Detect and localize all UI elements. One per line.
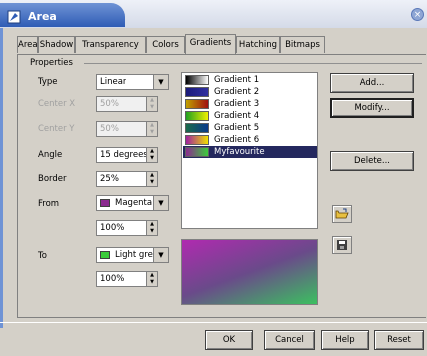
list-item[interactable]: Gradient 5 — [183, 122, 317, 134]
tab-gradients[interactable]: Gradients — [185, 34, 236, 54]
reset-button[interactable]: Reset — [374, 330, 424, 350]
from-percent-spin[interactable]: 100% ▲ ▼ — [96, 220, 158, 236]
delete-button[interactable]: Delete... — [330, 151, 414, 171]
close-button[interactable]: × — [411, 8, 424, 21]
center-y-label: Center Y — [38, 124, 75, 134]
center-x-spin[interactable]: 50% ▲ ▼ — [96, 96, 158, 112]
properties-group-label: Properties — [30, 58, 73, 68]
to-color-select[interactable]: Light gree ▼ — [96, 247, 169, 263]
angle-spin[interactable]: 15 degrees ▲ ▼ — [96, 147, 158, 163]
chevron-down-icon[interactable]: ▼ — [153, 248, 168, 262]
open-folder-icon — [335, 208, 349, 219]
from-color-swatch — [100, 199, 110, 207]
tab-area[interactable]: Area — [17, 36, 38, 53]
to-color-swatch — [100, 251, 110, 259]
gradient-thumb — [185, 111, 209, 121]
type-select[interactable]: Linear ▼ — [96, 74, 169, 90]
to-label: To — [38, 251, 47, 261]
to-percent-spin[interactable]: 100% ▲ ▼ — [96, 271, 158, 287]
from-color-select[interactable]: Magenta ▼ — [96, 195, 169, 211]
gradient-thumb — [185, 75, 209, 85]
list-item[interactable]: Gradient 3 — [183, 98, 317, 110]
from-label: From — [38, 199, 60, 209]
window-edge — [0, 28, 3, 328]
add-button[interactable]: Add... — [330, 73, 414, 93]
chevron-down-icon[interactable]: ▼ — [153, 196, 168, 210]
save-icon — [337, 240, 347, 250]
angle-label: Angle — [38, 150, 63, 160]
list-item[interactable]: Gradient 4 — [183, 110, 317, 122]
chevron-down-icon[interactable]: ▼ — [153, 75, 168, 89]
list-item[interactable]: Gradient 6 — [183, 134, 317, 146]
border-label: Border — [38, 174, 67, 184]
help-button[interactable]: Help — [321, 330, 369, 350]
tab-colors[interactable]: Colors — [146, 36, 185, 53]
gradient-thumb — [185, 123, 209, 133]
gradient-list[interactable]: Gradient 1 Gradient 2 Gradient 3 Gradien… — [181, 72, 318, 229]
type-label: Type — [38, 77, 58, 87]
list-item[interactable]: Gradient 2 — [183, 86, 317, 98]
tab-shadow[interactable]: Shadow — [38, 36, 75, 53]
save-button[interactable] — [332, 236, 352, 254]
title-bar: Area × — [0, 0, 427, 28]
border-spin[interactable]: 25% ▲ ▼ — [96, 171, 158, 187]
cancel-button[interactable]: Cancel — [264, 330, 315, 350]
tab-transparency[interactable]: Transparency — [75, 36, 146, 53]
area-icon — [7, 10, 21, 24]
gradient-thumb — [185, 99, 209, 109]
group-divider — [84, 63, 422, 64]
ok-button[interactable]: OK — [205, 330, 253, 350]
gradient-thumb — [185, 135, 209, 145]
tab-bitmaps[interactable]: Bitmaps — [280, 36, 325, 53]
gradient-preview — [181, 239, 318, 305]
list-item[interactable]: Gradient 1 — [183, 74, 317, 86]
list-item[interactable]: Myfavourite — [183, 146, 317, 158]
load-button[interactable] — [332, 205, 352, 223]
gradient-thumb — [185, 87, 209, 97]
center-x-label: Center X — [38, 99, 76, 109]
center-y-spin[interactable]: 50% ▲ ▼ — [96, 121, 158, 137]
gradient-thumb — [185, 147, 209, 157]
modify-button[interactable]: Modify... — [330, 98, 414, 118]
title-tab: Area — [0, 3, 125, 27]
window-title: Area — [28, 10, 57, 23]
tab-hatching[interactable]: Hatching — [236, 36, 280, 53]
